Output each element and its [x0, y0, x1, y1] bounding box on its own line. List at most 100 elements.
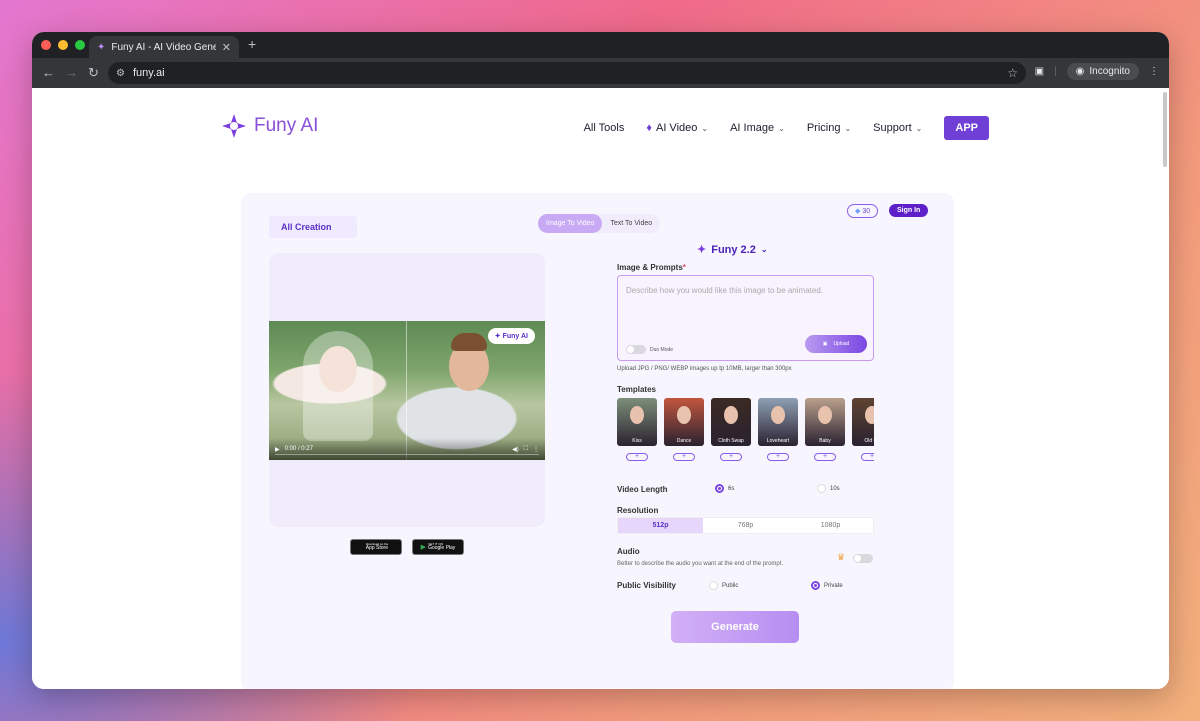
prompt-textarea[interactable]: Describe how you would like this image t…: [617, 275, 874, 361]
volume-icon[interactable]: ◀): [512, 446, 519, 453]
radio-public[interactable]: [709, 581, 718, 590]
upload-button[interactable]: ▣ Upload: [805, 335, 867, 353]
resolution-1080p[interactable]: 1080p: [788, 518, 873, 533]
private-label: Private: [824, 582, 843, 589]
template-item[interactable]: Baby +: [805, 398, 845, 466]
nav-support[interactable]: Support ⌄: [873, 122, 922, 134]
chevron-down-icon: ⌄: [915, 123, 923, 133]
close-tab-icon[interactable]: ✕: [222, 41, 231, 54]
duo-mode-toggle[interactable]: Duo Mode: [626, 345, 673, 354]
tab-bar: ✦ Funy AI - AI Video Generator, ✕ +: [32, 32, 1169, 58]
visibility-option-public[interactable]: Public: [709, 581, 738, 590]
tab-search-icon[interactable]: ▣: [1035, 66, 1044, 77]
reload-icon[interactable]: ↻: [88, 65, 99, 81]
template-add-button[interactable]: +: [767, 453, 789, 461]
all-creation-button[interactable]: All Creation: [269, 216, 357, 238]
template-person-image: [677, 406, 691, 424]
length-option-10s[interactable]: 10s: [817, 484, 840, 493]
template-add-button[interactable]: +: [861, 453, 874, 461]
play-store-icon: ▶: [420, 543, 427, 551]
resolution-512p[interactable]: 512p: [618, 518, 703, 533]
browser-toolbar: ← → ↻ ⚙ funy.ai ☆ ▣ | ◉ Incognito ⋮: [32, 58, 1169, 88]
radio-private[interactable]: [811, 581, 820, 590]
resolution-768p[interactable]: 768p: [703, 518, 788, 533]
template-item[interactable]: Dance +: [664, 398, 704, 466]
nav-ai-image-label: AI Image: [730, 122, 775, 134]
close-window-button[interactable]: [41, 40, 51, 50]
template-add-button[interactable]: +: [814, 453, 836, 461]
window-controls: [41, 40, 85, 50]
template-name: Dance: [676, 438, 692, 444]
site-settings-icon[interactable]: ⚙: [116, 68, 125, 79]
video-controls: ▶ 0:00 / 0:27 ◀) ⛶ ⋮: [269, 438, 545, 460]
template-item[interactable]: Old Ph +: [852, 398, 874, 466]
duo-mode-label: Duo Mode: [650, 346, 674, 353]
template-thumbnail[interactable]: Old Ph: [852, 398, 874, 446]
site-header: Funy AI All Tools ♦ AI Video ⌄ AI Image …: [218, 112, 989, 142]
nav-ai-video[interactable]: ♦ AI Video ⌄: [646, 122, 708, 134]
template-item[interactable]: Kiss +: [617, 398, 657, 466]
tab-image-to-video[interactable]: Image To Video: [538, 214, 603, 233]
nav-pricing[interactable]: Pricing ⌄: [807, 122, 851, 134]
visibility-option-private[interactable]: Private: [811, 581, 843, 590]
template-thumbnail[interactable]: Kiss: [617, 398, 657, 446]
length-option-6s[interactable]: 6s: [715, 484, 734, 493]
minimize-window-button[interactable]: [58, 40, 68, 50]
generate-button[interactable]: Generate: [671, 611, 799, 643]
google-play-text: GET IT ON Google Play: [428, 543, 455, 551]
new-tab-button[interactable]: +: [248, 36, 256, 52]
prompt-placeholder: Describe how you would like this image t…: [626, 286, 823, 295]
audio-toggle[interactable]: [853, 554, 873, 563]
template-person-image: [630, 406, 644, 424]
video-more-icon[interactable]: ⋮: [533, 446, 539, 453]
audio-description: Better to describe the audio you want at…: [617, 561, 784, 567]
play-icon[interactable]: ▶: [275, 446, 280, 453]
browser-tab[interactable]: ✦ Funy AI - AI Video Generator, ✕: [89, 36, 239, 58]
maximize-window-button[interactable]: [75, 40, 85, 50]
sample-video[interactable]: ✦ Funy AI ▶ 0:00 / 0:27 ◀) ⛶ ⋮: [269, 321, 545, 460]
logo-text: Funy AI: [254, 115, 319, 136]
nav-ai-image[interactable]: AI Image ⌄: [730, 122, 785, 134]
model-selector[interactable]: ✦ Funy 2.2 ⌄: [697, 243, 768, 257]
template-thumbnail[interactable]: Loveheart: [758, 398, 798, 446]
incognito-badge[interactable]: ◉ Incognito: [1066, 63, 1139, 80]
template-add-button[interactable]: +: [673, 453, 695, 461]
address-bar[interactable]: ⚙ funy.ai ☆: [108, 62, 1026, 84]
template-thumbnail[interactable]: Cloth Swap: [711, 398, 751, 446]
template-person-image: [818, 406, 832, 424]
templates-label: Templates: [617, 385, 656, 394]
radio-6s[interactable]: [715, 484, 724, 493]
funy-watermark-icon: ✦: [494, 333, 501, 340]
app-button[interactable]: APP: [944, 116, 989, 140]
radio-10s[interactable]: [817, 484, 826, 493]
template-add-button[interactable]: +: [626, 453, 648, 461]
more-menu-icon[interactable]: ⋮: [1149, 66, 1159, 77]
funy-logo-icon: [222, 114, 246, 138]
resolution-selector: 512p 768p 1080p: [617, 517, 874, 534]
template-thumbnail[interactable]: Dance: [664, 398, 704, 446]
url-text: funy.ai: [132, 67, 165, 79]
template-item[interactable]: Cloth Swap +: [711, 398, 751, 466]
prompt-label: Image & Prompts*: [617, 263, 686, 272]
model-name: Funy 2.2: [711, 243, 756, 256]
template-add-button[interactable]: +: [720, 453, 742, 461]
video-length-label: Video Length: [617, 485, 668, 494]
public-label: Public: [722, 582, 739, 589]
back-arrow-icon[interactable]: ←: [42, 65, 55, 80]
fullscreen-icon[interactable]: ⛶: [524, 446, 528, 453]
scrollbar[interactable]: [1163, 92, 1167, 167]
forward-arrow-icon[interactable]: →: [65, 65, 78, 80]
template-item[interactable]: Loveheart +: [758, 398, 798, 466]
logo[interactable]: Funy AI: [220, 112, 318, 140]
bookmark-star-icon[interactable]: ☆: [1007, 66, 1018, 80]
app-store-badge[interactable]: Download on the App Store: [350, 539, 402, 555]
templates-strip[interactable]: Kiss + Dance + Cloth Swap + Loveheart + Baby + Old…: [617, 398, 874, 466]
google-play-badge[interactable]: ▶ GET IT ON Google Play: [412, 539, 464, 555]
nav-all-tools[interactable]: All Tools: [584, 122, 625, 134]
sign-in-button[interactable]: Sign In: [889, 204, 929, 217]
duo-mode-switch[interactable]: [626, 345, 646, 354]
template-thumbnail[interactable]: Baby: [805, 398, 845, 446]
chevron-down-icon: ⌄: [778, 123, 785, 133]
generator-panel: All Creation Image To Video Text To Vide…: [241, 193, 954, 689]
video-progress-bar[interactable]: [275, 454, 539, 455]
